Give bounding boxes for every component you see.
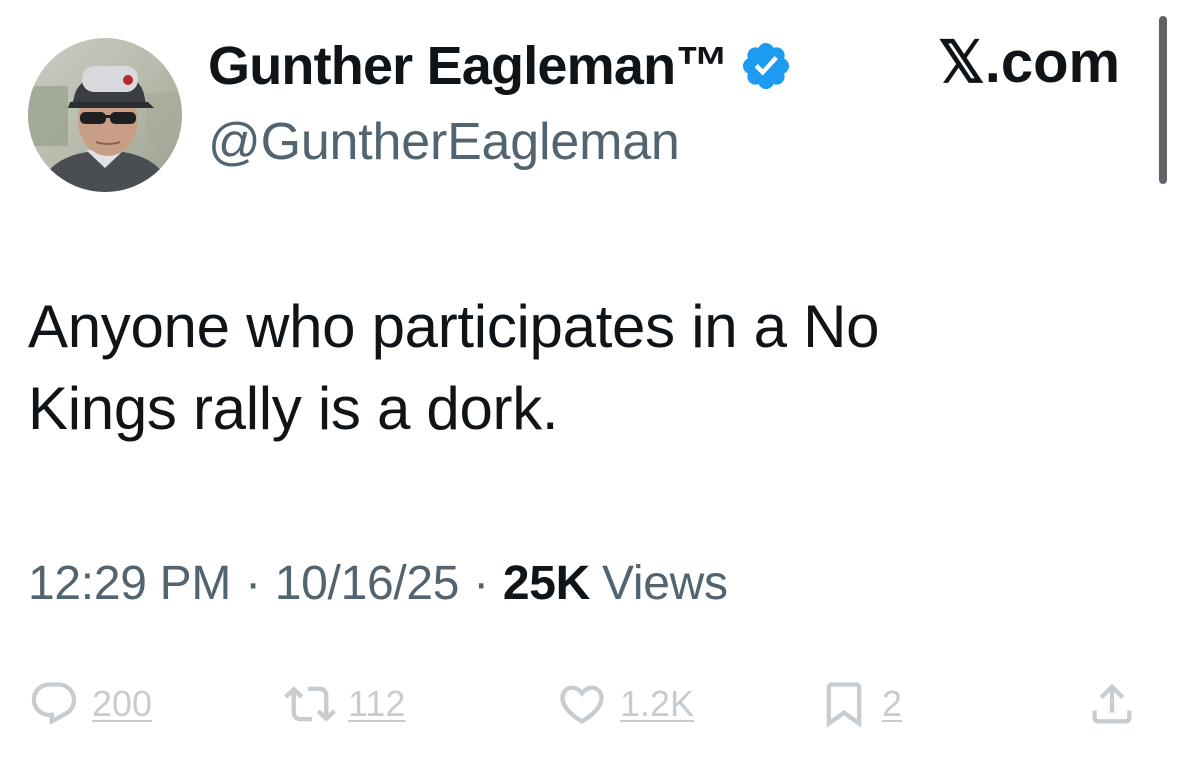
author-display-name[interactable]: Gunther Eagleman™: [208, 39, 729, 93]
author-name-row[interactable]: Gunther Eagleman™: [208, 28, 793, 104]
views-count: 25K: [502, 557, 591, 610]
meta-separator: ·: [473, 557, 489, 610]
verified-badge-icon[interactable]: [739, 39, 793, 93]
tweet-date[interactable]: 10/16/25: [275, 560, 460, 608]
heart-icon: [560, 685, 604, 724]
repost-button[interactable]: 112: [284, 672, 405, 736]
bookmark-count: 2: [882, 683, 903, 724]
author-handle[interactable]: @GuntherEagleman: [208, 116, 680, 168]
like-count: 1.2K: [620, 683, 695, 724]
reply-icon: [31, 682, 77, 726]
bookmark-icon: [826, 682, 862, 728]
repost-count: 112: [348, 683, 406, 724]
share-icon: [1092, 683, 1132, 724]
scrollbar[interactable]: [1159, 16, 1167, 184]
avatar-photo: [28, 38, 182, 192]
tweet-text: Anyone who participates in a No Kings ra…: [28, 293, 880, 442]
tweet-meta: 12:29 PM · 10/16/25 · 25K Views: [28, 556, 728, 612]
repost-icon: [284, 686, 336, 722]
action-bar: 200 112 1.2K 2: [28, 672, 1146, 736]
avatar[interactable]: [28, 38, 182, 192]
site-label: 𝕏.com: [938, 30, 1121, 95]
meta-separator: ·: [245, 557, 261, 610]
views-label: Views: [602, 557, 728, 610]
bookmark-button[interactable]: 2: [818, 672, 902, 736]
tweet-time[interactable]: 12:29 PM: [28, 560, 231, 608]
like-button[interactable]: 1.2K: [556, 672, 694, 736]
reply-button[interactable]: 200: [28, 672, 152, 736]
share-button[interactable]: [1086, 672, 1138, 736]
reply-count: 200: [92, 683, 153, 724]
